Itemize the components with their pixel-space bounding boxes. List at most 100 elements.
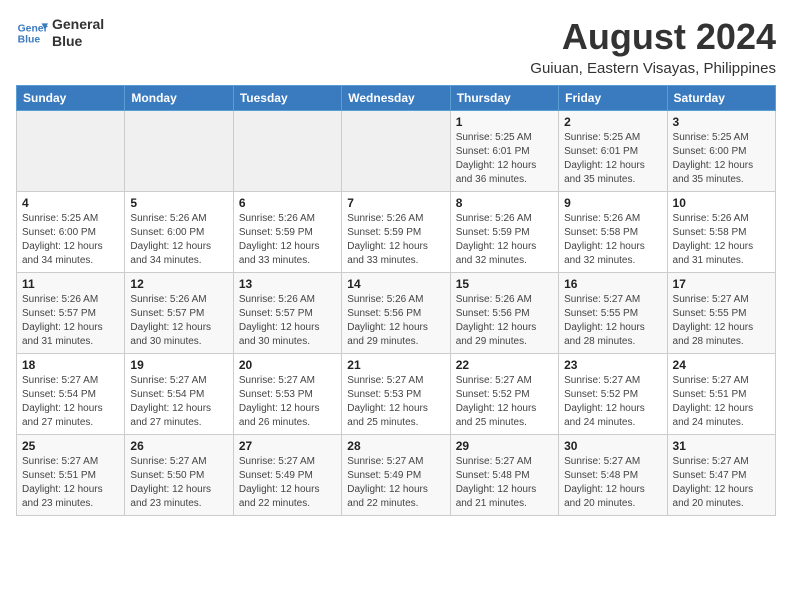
calendar-cell: 19 Sunrise: 5:27 AM Sunset: 5:54 PM Dayli… — [125, 354, 233, 435]
calendar-cell: 22 Sunrise: 5:27 AM Sunset: 5:52 PM Dayli… — [450, 354, 558, 435]
calendar-subtitle: Guiuan, Eastern Visayas, Philippines — [530, 60, 776, 77]
weekday-header-wednesday: Wednesday — [342, 86, 450, 111]
calendar-cell: 8 Sunrise: 5:26 AM Sunset: 5:59 PM Daylig… — [450, 192, 558, 273]
day-number: 24 — [673, 358, 770, 372]
day-info: Sunrise: 5:26 AM Sunset: 5:58 PM Dayligh… — [564, 212, 661, 268]
day-info: Sunrise: 5:27 AM Sunset: 5:53 PM Dayligh… — [347, 374, 444, 430]
calendar-cell: 26Sunrise: 5:27 AM Sunset: 5:50 PM Dayli… — [125, 435, 233, 516]
day-info: Sunrise: 5:25 AM Sunset: 6:00 PM Dayligh… — [673, 131, 770, 187]
calendar-cell: 23 Sunrise: 5:27 AM Sunset: 5:52 PM Dayli… — [559, 354, 667, 435]
day-info: Sunrise: 5:27 AM Sunset: 5:54 PM Dayligh… — [130, 374, 227, 430]
calendar-cell — [17, 111, 125, 192]
day-info: Sunrise: 5:27 AM Sunset: 5:51 PM Dayligh… — [22, 455, 119, 511]
day-number: 23 — [564, 358, 661, 372]
day-info: Sunrise: 5:27 AM Sunset: 5:50 PM Dayligh… — [130, 455, 227, 511]
calendar-cell: 12Sunrise: 5:26 AM Sunset: 5:57 PM Dayli… — [125, 273, 233, 354]
day-info: Sunrise: 5:26 AM Sunset: 6:00 PM Dayligh… — [130, 212, 227, 268]
day-info: Sunrise: 5:26 AM Sunset: 5:57 PM Dayligh… — [22, 293, 119, 349]
day-info: Sunrise: 5:26 AM Sunset: 5:59 PM Dayligh… — [239, 212, 336, 268]
day-number: 4 — [22, 196, 119, 210]
calendar-cell: 21 Sunrise: 5:27 AM Sunset: 5:53 PM Dayli… — [342, 354, 450, 435]
day-number: 27 — [239, 439, 336, 453]
calendar-cell: 28 Sunrise: 5:27 AM Sunset: 5:49 PM Dayli… — [342, 435, 450, 516]
calendar-cell: 7 Sunrise: 5:26 AM Sunset: 5:59 PM Daylig… — [342, 192, 450, 273]
day-number: 14 — [347, 277, 444, 291]
calendar-cell — [342, 111, 450, 192]
weekday-header-saturday: Saturday — [667, 86, 775, 111]
calendar-cell: 27 Sunrise: 5:27 AM Sunset: 5:49 PM Dayli… — [233, 435, 341, 516]
weekday-header-tuesday: Tuesday — [233, 86, 341, 111]
day-number: 3 — [673, 115, 770, 129]
day-info: Sunrise: 5:27 AM Sunset: 5:51 PM Dayligh… — [673, 374, 770, 430]
calendar-cell: 24 Sunrise: 5:27 AM Sunset: 5:51 PM Dayli… — [667, 354, 775, 435]
calendar-cell: 30Sunrise: 5:27 AM Sunset: 5:48 PM Dayli… — [559, 435, 667, 516]
calendar-cell: 20 Sunrise: 5:27 AM Sunset: 5:53 PM Dayli… — [233, 354, 341, 435]
day-info: Sunrise: 5:27 AM Sunset: 5:49 PM Dayligh… — [239, 455, 336, 511]
day-number: 13 — [239, 277, 336, 291]
day-info: Sunrise: 5:27 AM Sunset: 5:53 PM Dayligh… — [239, 374, 336, 430]
calendar-cell: 9Sunrise: 5:26 AM Sunset: 5:58 PM Daylig… — [559, 192, 667, 273]
day-number: 22 — [456, 358, 553, 372]
calendar-cell: 29 Sunrise: 5:27 AM Sunset: 5:48 PM Dayli… — [450, 435, 558, 516]
day-info: Sunrise: 5:26 AM Sunset: 5:56 PM Dayligh… — [456, 293, 553, 349]
calendar-week-3: 18 Sunrise: 5:27 AM Sunset: 5:54 PM Dayli… — [17, 354, 776, 435]
header: General Blue General Blue August 2024 Gu… — [16, 16, 776, 77]
svg-text:Blue: Blue — [18, 34, 41, 45]
calendar-cell: 5 Sunrise: 5:26 AM Sunset: 6:00 PM Daylig… — [125, 192, 233, 273]
logo-text-line1: General — [52, 16, 104, 33]
calendar-cell: 16Sunrise: 5:27 AM Sunset: 5:55 PM Dayli… — [559, 273, 667, 354]
logo-text-line2: Blue — [52, 33, 104, 50]
day-number: 19 — [130, 358, 227, 372]
day-info: Sunrise: 5:27 AM Sunset: 5:52 PM Dayligh… — [564, 374, 661, 430]
day-number: 15 — [456, 277, 553, 291]
day-number: 11 — [22, 277, 119, 291]
calendar-table: SundayMondayTuesdayWednesdayThursdayFrid… — [16, 85, 776, 516]
day-info: Sunrise: 5:27 AM Sunset: 5:52 PM Dayligh… — [456, 374, 553, 430]
day-number: 21 — [347, 358, 444, 372]
calendar-week-1: 4 Sunrise: 5:25 AM Sunset: 6:00 PM Daylig… — [17, 192, 776, 273]
calendar-cell: 25 Sunrise: 5:27 AM Sunset: 5:51 PM Dayli… — [17, 435, 125, 516]
calendar-title: August 2024 — [530, 16, 776, 58]
title-area: August 2024 Guiuan, Eastern Visayas, Phi… — [530, 16, 776, 77]
day-number: 31 — [673, 439, 770, 453]
day-number: 5 — [130, 196, 227, 210]
day-number: 7 — [347, 196, 444, 210]
calendar-week-2: 11 Sunrise: 5:26 AM Sunset: 5:57 PM Dayli… — [17, 273, 776, 354]
day-info: Sunrise: 5:26 AM Sunset: 5:58 PM Dayligh… — [673, 212, 770, 268]
day-number: 8 — [456, 196, 553, 210]
day-info: Sunrise: 5:25 AM Sunset: 6:01 PM Dayligh… — [456, 131, 553, 187]
logo-icon: General Blue — [16, 17, 48, 49]
day-number: 25 — [22, 439, 119, 453]
calendar-cell: 4 Sunrise: 5:25 AM Sunset: 6:00 PM Daylig… — [17, 192, 125, 273]
day-number: 28 — [347, 439, 444, 453]
day-number: 20 — [239, 358, 336, 372]
day-number: 10 — [673, 196, 770, 210]
calendar-cell: 10 Sunrise: 5:26 AM Sunset: 5:58 PM Dayli… — [667, 192, 775, 273]
day-info: Sunrise: 5:26 AM Sunset: 5:57 PM Dayligh… — [239, 293, 336, 349]
day-info: Sunrise: 5:27 AM Sunset: 5:47 PM Dayligh… — [673, 455, 770, 511]
day-number: 17 — [673, 277, 770, 291]
day-info: Sunrise: 5:27 AM Sunset: 5:55 PM Dayligh… — [673, 293, 770, 349]
day-info: Sunrise: 5:26 AM Sunset: 5:59 PM Dayligh… — [456, 212, 553, 268]
calendar-cell — [233, 111, 341, 192]
day-info: Sunrise: 5:26 AM Sunset: 5:59 PM Dayligh… — [347, 212, 444, 268]
day-info: Sunrise: 5:26 AM Sunset: 5:56 PM Dayligh… — [347, 293, 444, 349]
day-info: Sunrise: 5:25 AM Sunset: 6:00 PM Dayligh… — [22, 212, 119, 268]
calendar-cell: 18Sunrise: 5:27 AM Sunset: 5:54 PM Dayli… — [17, 354, 125, 435]
day-info: Sunrise: 5:25 AM Sunset: 6:01 PM Dayligh… — [564, 131, 661, 187]
day-number: 18 — [22, 358, 119, 372]
calendar-week-4: 25 Sunrise: 5:27 AM Sunset: 5:51 PM Dayli… — [17, 435, 776, 516]
day-info: Sunrise: 5:26 AM Sunset: 5:57 PM Dayligh… — [130, 293, 227, 349]
weekday-header-thursday: Thursday — [450, 86, 558, 111]
calendar-header: SundayMondayTuesdayWednesdayThursdayFrid… — [17, 86, 776, 111]
day-info: Sunrise: 5:27 AM Sunset: 5:55 PM Dayligh… — [564, 293, 661, 349]
day-number: 29 — [456, 439, 553, 453]
calendar-cell: 2 Sunrise: 5:25 AM Sunset: 6:01 PM Daylig… — [559, 111, 667, 192]
calendar-body: 1Sunrise: 5:25 AM Sunset: 6:01 PM Daylig… — [17, 111, 776, 516]
calendar-cell: 3 Sunrise: 5:25 AM Sunset: 6:00 PM Daylig… — [667, 111, 775, 192]
day-info: Sunrise: 5:27 AM Sunset: 5:48 PM Dayligh… — [456, 455, 553, 511]
day-number: 2 — [564, 115, 661, 129]
weekday-header-sunday: Sunday — [17, 86, 125, 111]
day-info: Sunrise: 5:27 AM Sunset: 5:49 PM Dayligh… — [347, 455, 444, 511]
weekday-header-monday: Monday — [125, 86, 233, 111]
